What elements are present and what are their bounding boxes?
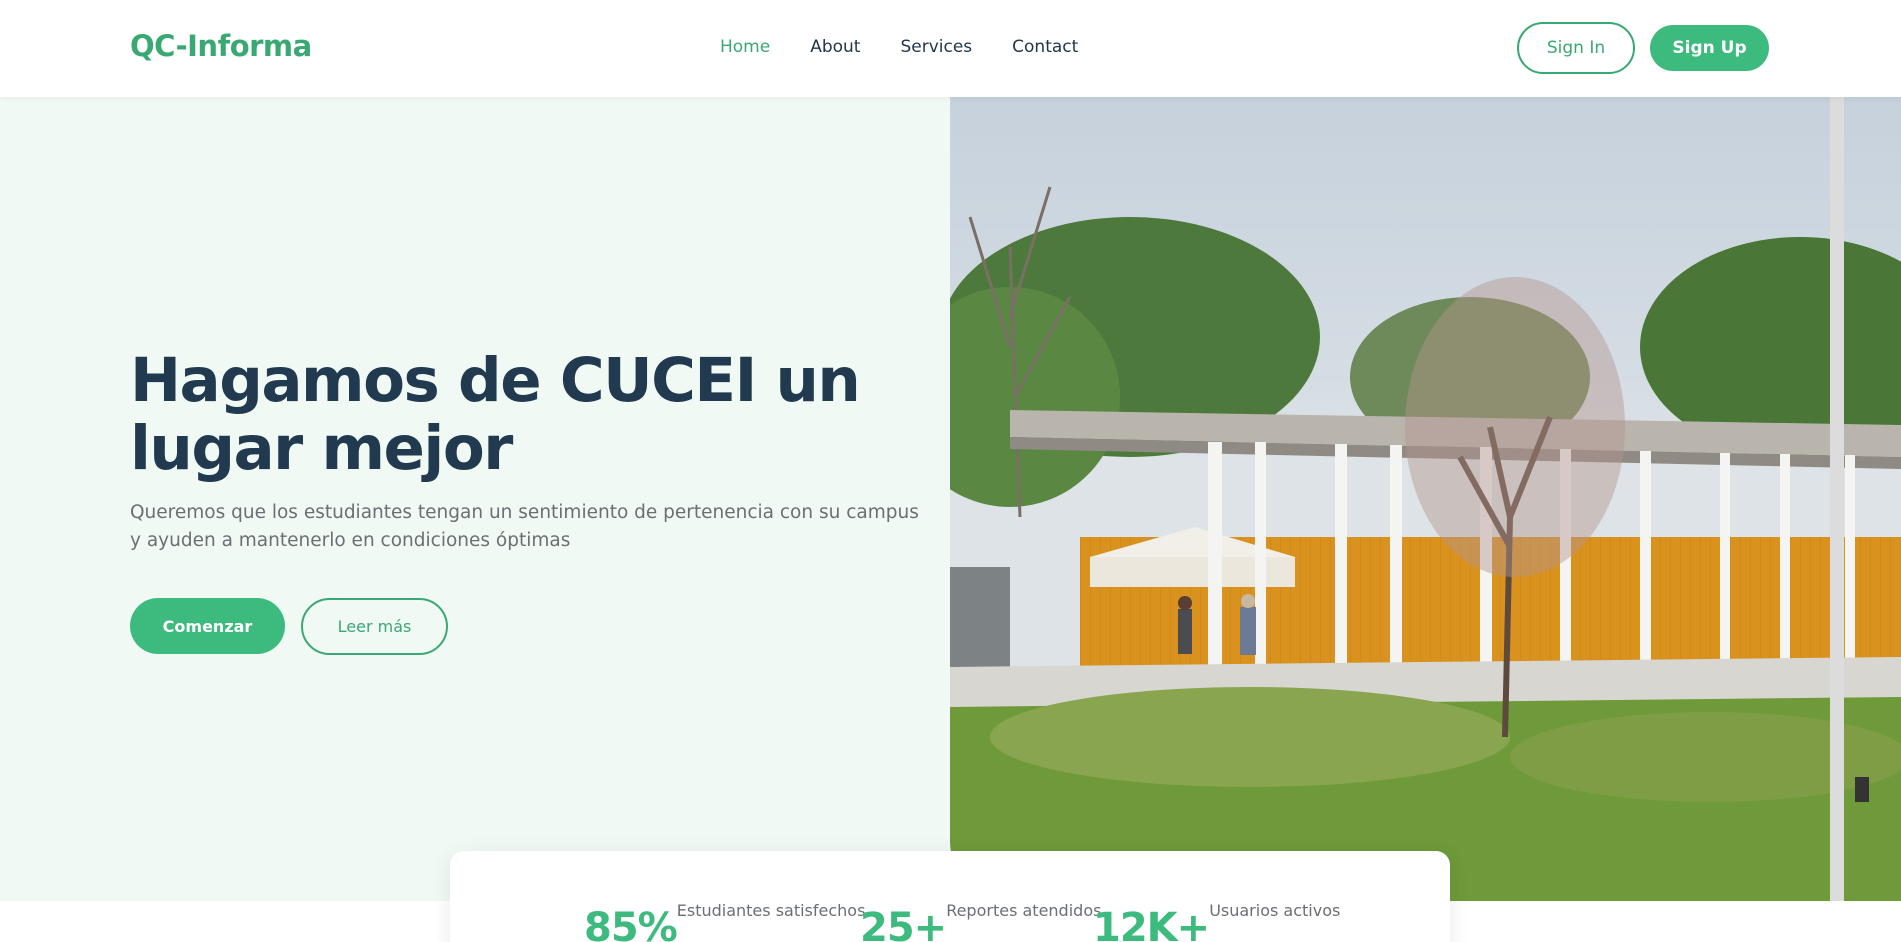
nav-home-link[interactable]: Home: [720, 37, 770, 57]
stat-value: 12K+: [1093, 905, 1210, 942]
hero-description: Queremos que los estudiantes tengan un s…: [130, 502, 919, 551]
stat-satisfied: 85% Estudiantes satisfechos: [584, 851, 865, 942]
start-button[interactable]: Comenzar: [130, 598, 285, 654]
main-nav: Home About Services Contact: [720, 37, 1078, 57]
read-more-button[interactable]: Leer más: [301, 598, 448, 655]
sign-in-button[interactable]: Sign In: [1517, 22, 1635, 74]
stat-reports: 25+ Reportes atendidos: [860, 851, 1101, 942]
stat-value: 25+: [860, 905, 947, 942]
stat-value: 85%: [584, 905, 678, 942]
stat-label: Estudiantes satisfechos: [676, 901, 866, 920]
nav-services-link[interactable]: Services: [900, 37, 972, 57]
nav-contact-link[interactable]: Contact: [1012, 37, 1078, 57]
campus-photo: [950, 97, 1901, 901]
stats-card: 85% Estudiantes satisfechos 25+ Reportes…: [450, 851, 1450, 942]
site-header: QC-Informa Home About Services Contact S…: [0, 0, 1901, 97]
stat-label: Reportes atendidos: [946, 901, 1102, 920]
hero-title: Hagamos de CUCEI un lugar mejor: [130, 345, 861, 484]
sign-up-button[interactable]: Sign Up: [1650, 25, 1769, 71]
stat-users: 12K+ Usuarios activos: [1093, 851, 1340, 942]
site-logo[interactable]: QC-Informa: [130, 29, 312, 63]
nav-about-link[interactable]: About: [810, 37, 860, 57]
stat-label: Usuarios activos: [1209, 901, 1341, 920]
